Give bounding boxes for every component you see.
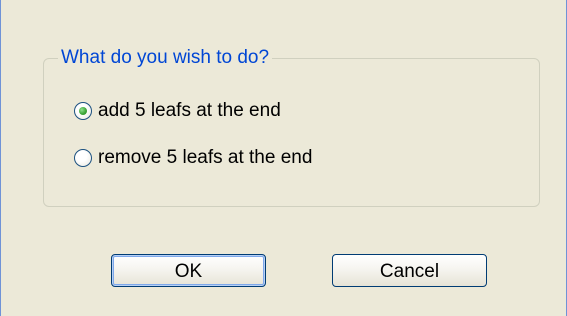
- ok-button[interactable]: OK: [111, 254, 266, 287]
- add-leafs-label: add 5 leafs at the end: [98, 100, 281, 121]
- radio-dot-icon: [79, 107, 87, 115]
- action-group-box: [43, 58, 540, 207]
- remove-leafs-option[interactable]: remove 5 leafs at the end: [74, 145, 312, 171]
- group-title: What do you wish to do?: [58, 46, 273, 70]
- add-leafs-option[interactable]: add 5 leafs at the end: [74, 98, 281, 124]
- remove-leafs-label: remove 5 leafs at the end: [98, 147, 313, 168]
- radio-selected-icon[interactable]: [74, 102, 92, 120]
- cancel-button[interactable]: Cancel: [332, 254, 487, 287]
- radio-unselected-icon[interactable]: [74, 149, 92, 167]
- dialog-window: What do you wish to do? add 5 leafs at t…: [0, 0, 567, 316]
